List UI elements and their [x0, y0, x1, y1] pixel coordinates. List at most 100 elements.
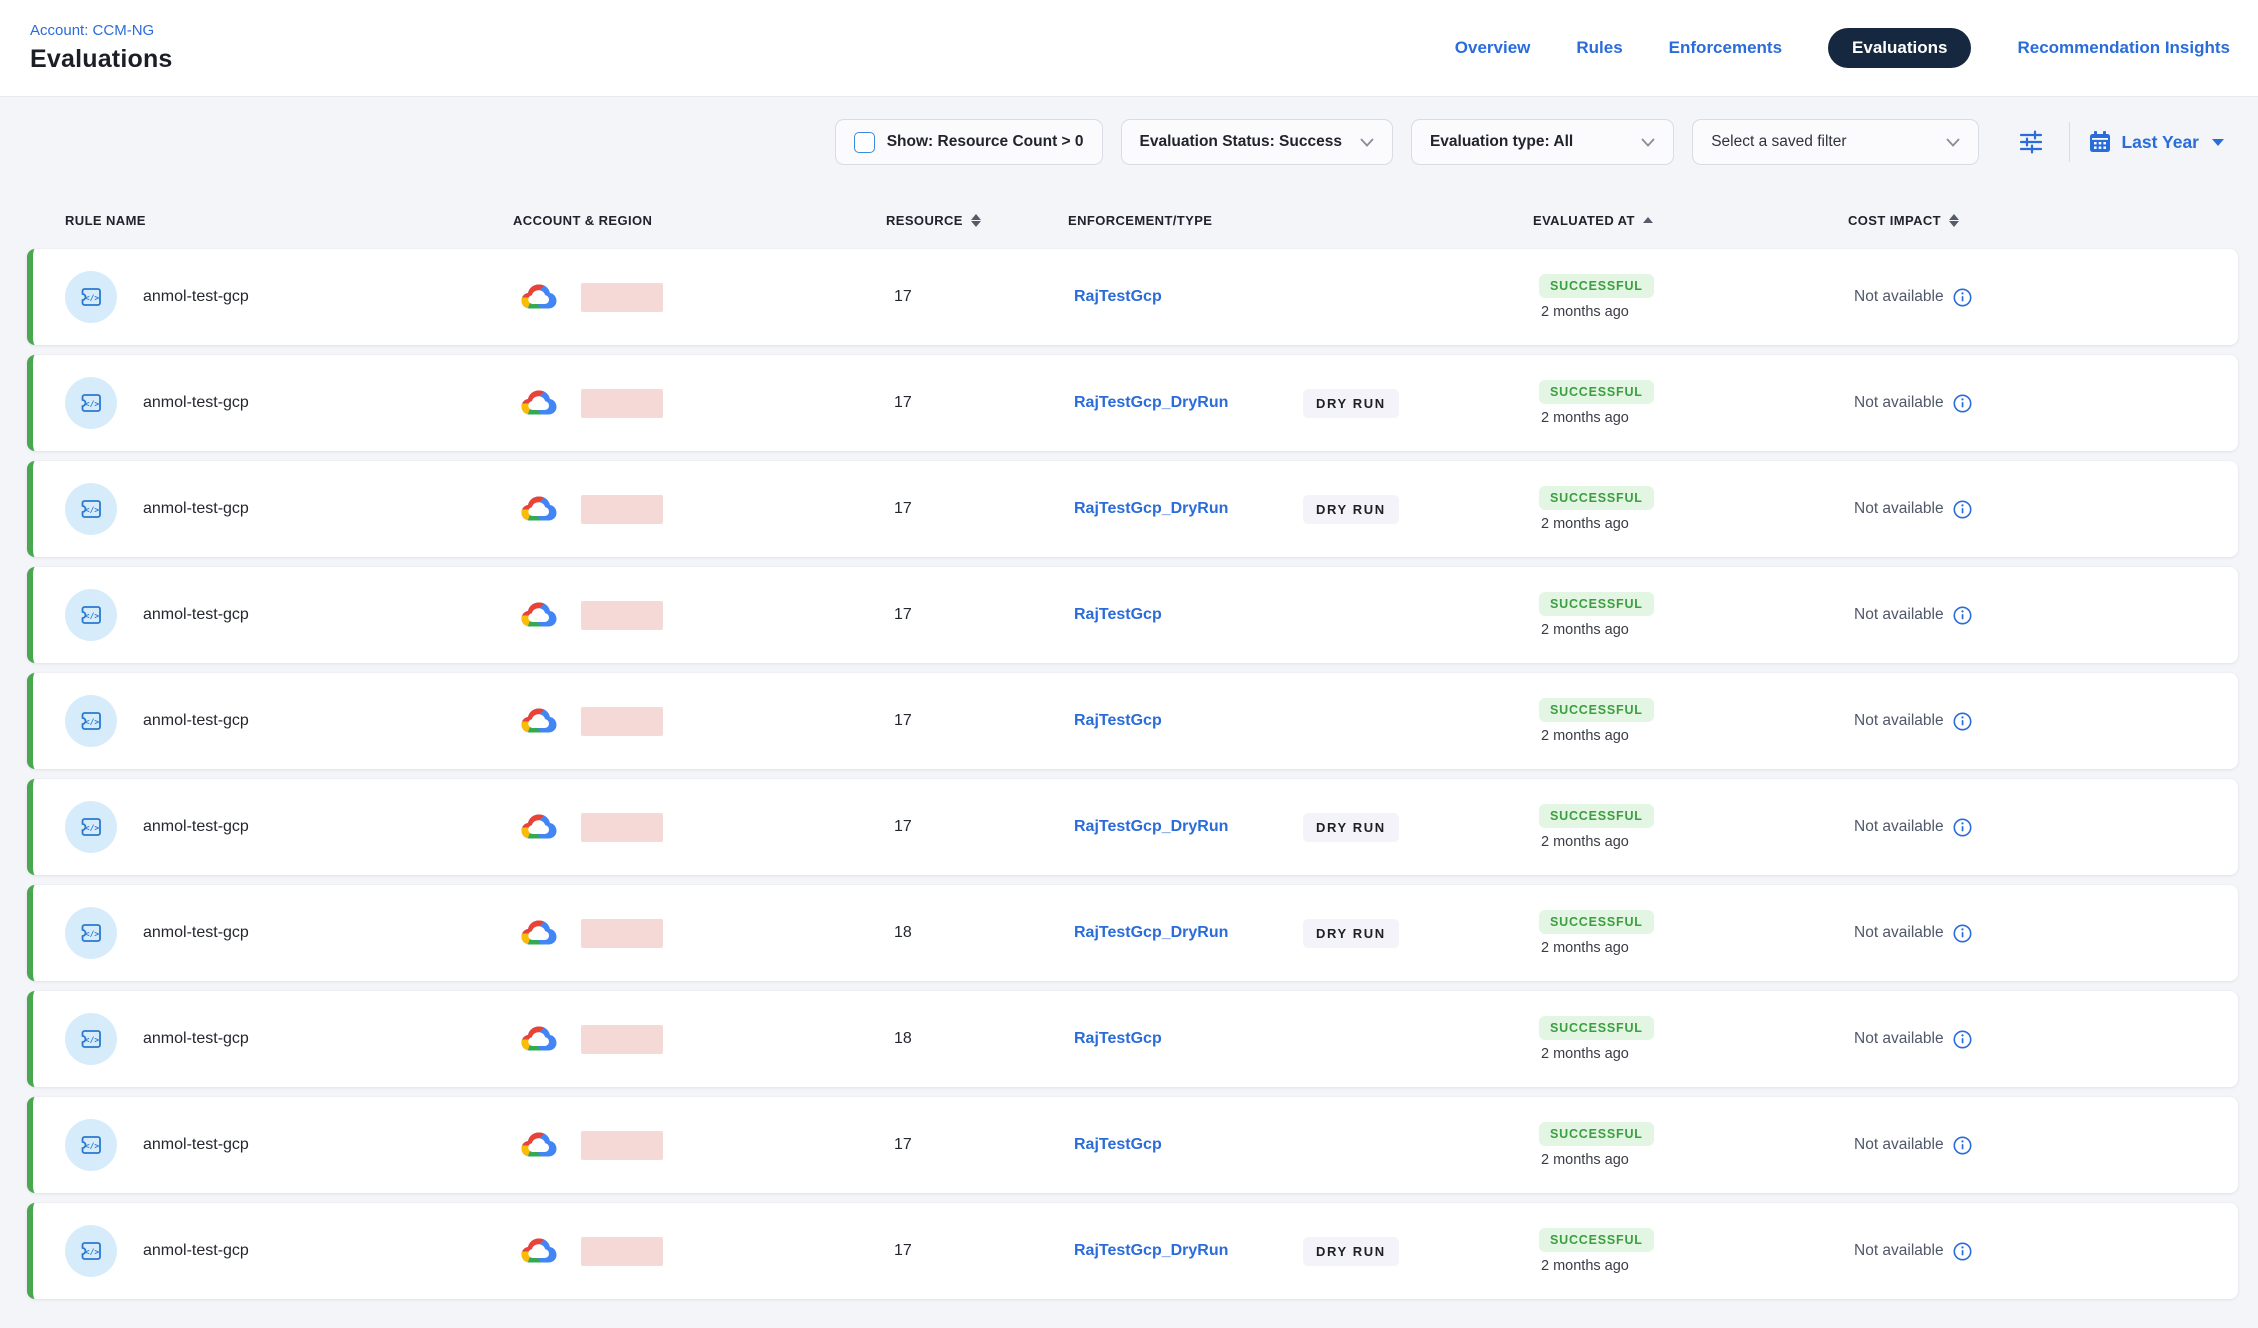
- sort-icon[interactable]: [971, 214, 981, 227]
- rule-name: anmol-test-gcp: [143, 712, 249, 730]
- enforcement-link[interactable]: RajTestGcp_DryRun: [1074, 394, 1303, 412]
- info-icon[interactable]: [1953, 288, 1972, 307]
- resource-count: 17: [892, 712, 1074, 730]
- evaluated-time: 2 months ago: [1539, 1152, 1629, 1168]
- rule-name: anmol-test-gcp: [143, 288, 249, 306]
- table-row[interactable]: </> anmol-test-gcp: [27, 991, 2238, 1087]
- column-header-enforcement-type[interactable]: Enforcement/Type: [1068, 213, 1533, 228]
- status-badge: SUCCESSFUL: [1539, 910, 1654, 934]
- dry-run-badge: DRY RUN: [1303, 919, 1399, 948]
- table-row[interactable]: </> anmol-test-gcp: [27, 355, 2238, 451]
- table-row[interactable]: </> anmol-test-gcp: [27, 673, 2238, 769]
- sort-asc-icon[interactable]: [1643, 217, 1653, 223]
- status-badge: SUCCESSFUL: [1539, 698, 1654, 722]
- table-row[interactable]: </> anmol-test-gcp: [27, 1203, 2238, 1299]
- resource-count-filter[interactable]: Show: Resource Count > 0: [835, 119, 1103, 165]
- svg-text:</>: </>: [85, 930, 100, 939]
- cost-impact-value: Not available: [1854, 288, 1944, 306]
- status-badge: SUCCESSFUL: [1539, 804, 1654, 828]
- redacted-account-region: [581, 813, 663, 842]
- breadcrumb[interactable]: Account: CCM-NG: [30, 22, 173, 39]
- resource-count: 17: [892, 1136, 1074, 1154]
- chevron-down-icon: [1946, 138, 1960, 147]
- time-range-value: Last Year: [2121, 132, 2199, 153]
- cost-impact-value: Not available: [1854, 1242, 1944, 1260]
- rule-icon: </>: [65, 1119, 117, 1171]
- info-icon[interactable]: [1953, 1242, 1972, 1261]
- info-icon[interactable]: [1953, 1030, 1972, 1049]
- svg-text:</>: </>: [85, 400, 100, 409]
- filter-settings-icon[interactable]: [2011, 122, 2051, 162]
- table-row[interactable]: </> anmol-test-gcp: [27, 249, 2238, 345]
- column-header-resource[interactable]: Resource: [886, 213, 1068, 228]
- column-header-evaluated-at[interactable]: Evaluated At: [1533, 213, 1848, 228]
- evaluation-status-dropdown[interactable]: Evaluation Status: Success: [1121, 119, 1393, 165]
- cost-impact-value: Not available: [1854, 1030, 1944, 1048]
- table-row[interactable]: </> anmol-test-gcp: [27, 1097, 2238, 1193]
- info-icon[interactable]: [1953, 818, 1972, 837]
- gcp-cloud-icon: [519, 599, 559, 632]
- evaluated-time: 2 months ago: [1539, 1258, 1629, 1274]
- evaluation-type-dropdown[interactable]: Evaluation type: All: [1411, 119, 1674, 165]
- table-row[interactable]: </> anmol-test-gcp: [27, 779, 2238, 875]
- dry-run-badge: DRY RUN: [1303, 389, 1399, 418]
- nav-tab-rules[interactable]: Rules: [1576, 38, 1622, 58]
- table-row[interactable]: </> anmol-test-gcp: [27, 885, 2238, 981]
- rule-name: anmol-test-gcp: [143, 394, 249, 412]
- gcp-cloud-icon: [519, 493, 559, 526]
- nav-tab-enforcements[interactable]: Enforcements: [1669, 38, 1782, 58]
- page-title: Evaluations: [30, 45, 173, 74]
- time-range-selector[interactable]: Last Year: [2088, 130, 2228, 154]
- column-header-rule-name[interactable]: Rule Name: [27, 213, 513, 228]
- saved-filter-dropdown[interactable]: Select a saved filter: [1692, 119, 1979, 165]
- info-icon[interactable]: [1953, 712, 1972, 731]
- dry-run-badge: DRY RUN: [1303, 495, 1399, 524]
- sort-icon[interactable]: [1949, 214, 1959, 227]
- column-header-cost-impact[interactable]: Cost Impact: [1848, 213, 2238, 228]
- chevron-down-icon: [1360, 138, 1374, 147]
- enforcement-link[interactable]: RajTestGcp: [1074, 1136, 1303, 1154]
- info-icon[interactable]: [1953, 606, 1972, 625]
- enforcement-link[interactable]: RajTestGcp_DryRun: [1074, 924, 1303, 942]
- info-icon[interactable]: [1953, 394, 1972, 413]
- rule-icon: </>: [65, 907, 117, 959]
- nav-tab-overview[interactable]: Overview: [1455, 38, 1531, 58]
- nav-tab-recommendation-insights[interactable]: Recommendation Insights: [2017, 38, 2230, 58]
- enforcement-link[interactable]: RajTestGcp: [1074, 606, 1303, 624]
- info-icon[interactable]: [1953, 924, 1972, 943]
- enforcement-link[interactable]: RajTestGcp_DryRun: [1074, 818, 1303, 836]
- enforcement-link[interactable]: RajTestGcp_DryRun: [1074, 500, 1303, 518]
- gcp-cloud-icon: [519, 917, 559, 950]
- rule-icon: </>: [65, 271, 117, 323]
- rule-icon: </>: [65, 801, 117, 853]
- resource-count: 17: [892, 1242, 1074, 1260]
- evaluated-time: 2 months ago: [1539, 834, 1629, 850]
- resource-count-label: Show: Resource Count > 0: [887, 133, 1084, 151]
- info-icon[interactable]: [1953, 1136, 1972, 1155]
- table-row[interactable]: </> anmol-test-gcp: [27, 567, 2238, 663]
- table-row[interactable]: </> anmol-test-gcp: [27, 461, 2238, 557]
- rule-name: anmol-test-gcp: [143, 1242, 249, 1260]
- cost-impact-value: Not available: [1854, 818, 1944, 836]
- svg-text:</>: </>: [85, 506, 100, 515]
- rule-name: anmol-test-gcp: [143, 818, 249, 836]
- redacted-account-region: [581, 283, 663, 312]
- gcp-cloud-icon: [519, 705, 559, 738]
- column-header-account-region[interactable]: Account & Region: [513, 213, 886, 228]
- enforcement-link[interactable]: RajTestGcp_DryRun: [1074, 1242, 1303, 1260]
- status-badge: SUCCESSFUL: [1539, 1228, 1654, 1252]
- resource-count-checkbox[interactable]: [854, 132, 875, 153]
- gcp-cloud-icon: [519, 1235, 559, 1268]
- enforcement-link[interactable]: RajTestGcp: [1074, 1030, 1303, 1048]
- info-icon[interactable]: [1953, 500, 1972, 519]
- svg-text:</>: </>: [85, 294, 100, 303]
- enforcement-link[interactable]: RajTestGcp: [1074, 712, 1303, 730]
- gcp-cloud-icon: [519, 1023, 559, 1056]
- redacted-account-region: [581, 707, 663, 736]
- dry-run-badge: DRY RUN: [1303, 1237, 1399, 1266]
- rule-name: anmol-test-gcp: [143, 500, 249, 518]
- status-badge: SUCCESSFUL: [1539, 380, 1654, 404]
- rule-icon: </>: [65, 377, 117, 429]
- enforcement-link[interactable]: RajTestGcp: [1074, 288, 1303, 306]
- nav-tab-evaluations[interactable]: Evaluations: [1828, 28, 1971, 68]
